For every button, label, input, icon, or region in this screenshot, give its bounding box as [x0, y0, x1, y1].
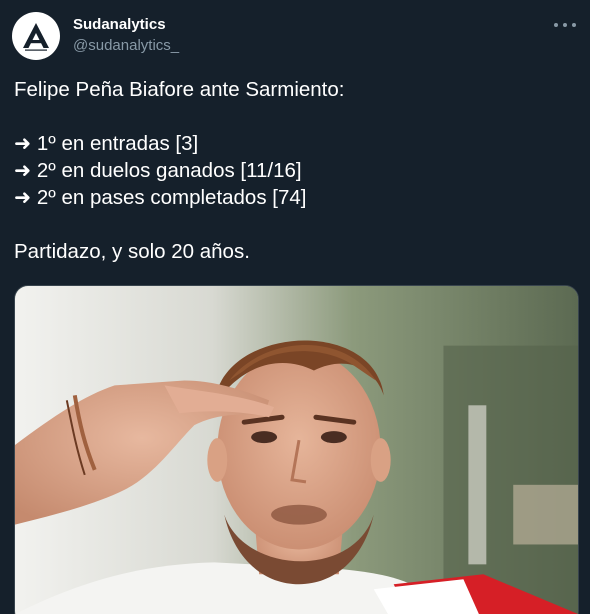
tweet-line-heading: Felipe Peña Biafore ante Sarmiento:: [14, 78, 345, 101]
author-handle[interactable]: @sudanalytics_: [73, 37, 179, 54]
tweet: Sudanalytics @sudanalytics_ Felipe Peña …: [0, 0, 590, 614]
player-photo: [15, 286, 578, 614]
more-options-icon[interactable]: [554, 18, 576, 32]
author-avatar[interactable]: [12, 12, 60, 60]
more-dot: [554, 23, 558, 27]
tweet-photo[interactable]: [14, 285, 579, 614]
more-dot: [572, 23, 576, 27]
tweet-line-stat: ➜ 2º en pases completados [74]: [14, 186, 307, 209]
sudanalytics-logo-icon: [23, 23, 49, 51]
more-dot: [563, 23, 567, 27]
tweet-line-stat: ➜ 2º en duelos ganados [11/16]: [14, 159, 302, 182]
author-name[interactable]: Sudanalytics: [73, 16, 166, 33]
tweet-line-stat: ➜ 1º en entradas [3]: [14, 132, 199, 155]
tweet-line-closing: Partidazo, y solo 20 años.: [14, 240, 250, 263]
tweet-text: Felipe Peña Biafore ante Sarmiento: ➜ 1º…: [14, 76, 574, 265]
